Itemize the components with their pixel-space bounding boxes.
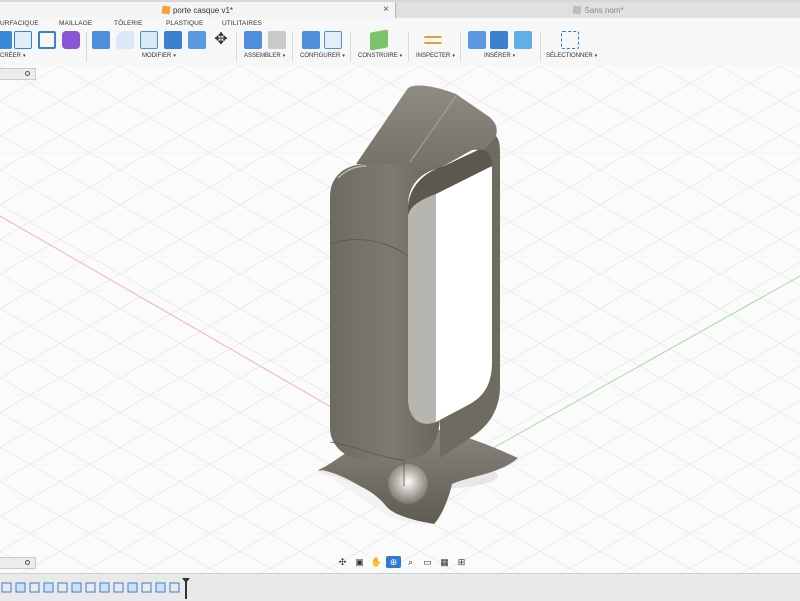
group-insert-label[interactable]: INSÉRER ▾	[484, 53, 515, 59]
comments-panel-collapsed[interactable]	[0, 557, 36, 569]
look-at-icon[interactable]: ▣	[352, 556, 367, 568]
sketch-tool-icon[interactable]	[14, 31, 32, 49]
insert-mesh-icon[interactable]	[490, 31, 508, 49]
fillet-icon[interactable]	[116, 31, 134, 49]
display-settings-icon[interactable]: ▭	[420, 556, 435, 568]
move-icon[interactable]: ✥	[212, 31, 230, 49]
toolbar-separator	[408, 32, 409, 62]
toolbar-separator	[350, 32, 351, 62]
tab-utilities[interactable]: UTILITAIRES	[222, 20, 262, 27]
measure-icon[interactable]	[424, 36, 442, 44]
tab-plastic[interactable]: PLASTIQUE	[166, 20, 203, 27]
design-document-icon	[572, 5, 582, 15]
group-select-label[interactable]: SÉLECTIONNER ▾	[546, 53, 597, 59]
press-pull-icon[interactable]	[92, 31, 110, 49]
sketch-dimension-icon[interactable]	[38, 31, 56, 49]
group-inspect-label[interactable]: INSPECTER ▾	[416, 53, 455, 59]
toolbar-separator	[460, 32, 461, 62]
timeline-feature-icons[interactable]	[1, 582, 180, 593]
form-tool-icon[interactable]	[62, 31, 80, 49]
toolbar-separator	[86, 32, 87, 62]
insert-derive-icon[interactable]	[468, 31, 486, 49]
close-tab-icon[interactable]: ×	[383, 4, 389, 15]
document-tab-inactive[interactable]: Sans nom*	[397, 2, 800, 18]
zoom-window-icon[interactable]: ⌕	[403, 556, 418, 568]
design-document-icon	[161, 5, 171, 15]
group-create-label[interactable]: CRÉER ▾	[0, 53, 26, 59]
document-tab-active[interactable]: porte casque v1* ×	[0, 2, 396, 18]
extrude-tool-icon[interactable]	[0, 31, 12, 49]
toolbar-ribbon: URFACIQUE MAILLAGE TÔLERIE PLASTIQUE UTI…	[0, 18, 800, 67]
offset-plane-icon[interactable]	[370, 29, 388, 51]
viewports-icon[interactable]: ⊞	[454, 556, 469, 568]
tab-mesh[interactable]: MAILLAGE	[59, 20, 92, 27]
document-tab-bar: porte casque v1* × Sans nom*	[0, 0, 800, 18]
window-select-icon[interactable]	[561, 31, 579, 49]
split-body-icon[interactable]	[188, 31, 206, 49]
canvas-image-icon[interactable]	[514, 31, 532, 49]
group-assemble-label[interactable]: ASSEMBLER ▾	[244, 53, 285, 59]
comments-toggle-icon[interactable]	[25, 560, 30, 565]
timeline-marker-icon[interactable]	[182, 578, 190, 599]
group-configure-label[interactable]: CONFIGURER ▾	[300, 53, 345, 59]
shell-icon[interactable]	[140, 31, 158, 49]
timeline-bar	[0, 573, 800, 601]
joint-icon[interactable]	[268, 31, 286, 49]
zoom-icon[interactable]: ⊕	[386, 556, 401, 568]
tab-surface[interactable]: URFACIQUE	[0, 20, 39, 27]
orbit-icon[interactable]: ✣	[335, 556, 350, 568]
browser-panel-collapsed[interactable]	[0, 68, 36, 80]
browser-toggle-icon[interactable]	[25, 71, 30, 76]
viewport-navigation-bar: ✣ ▣ ✋ ⊕ ⌕ ▭ ▦ ⊞	[335, 555, 469, 569]
tab-sheet-metal[interactable]: TÔLERIE	[114, 20, 143, 27]
new-component-icon[interactable]	[244, 31, 262, 49]
toolbar-separator	[292, 32, 293, 62]
document-tab-title: Sans nom*	[584, 5, 624, 15]
grid-settings-icon[interactable]: ▦	[437, 556, 452, 568]
parameters-icon[interactable]	[302, 31, 320, 49]
design-viewport[interactable]	[0, 66, 800, 573]
toolbar-separator	[540, 32, 541, 62]
group-modify-label[interactable]: MODIFIER ▾	[142, 53, 176, 59]
toolbar-separator	[236, 32, 237, 62]
group-construct-label[interactable]: CONSTRUIRE ▾	[358, 53, 402, 59]
pan-icon[interactable]: ✋	[369, 556, 384, 568]
document-tab-title: porte casque v1*	[172, 5, 234, 15]
combine-icon[interactable]	[164, 31, 182, 49]
configure-table-icon[interactable]	[324, 31, 342, 49]
